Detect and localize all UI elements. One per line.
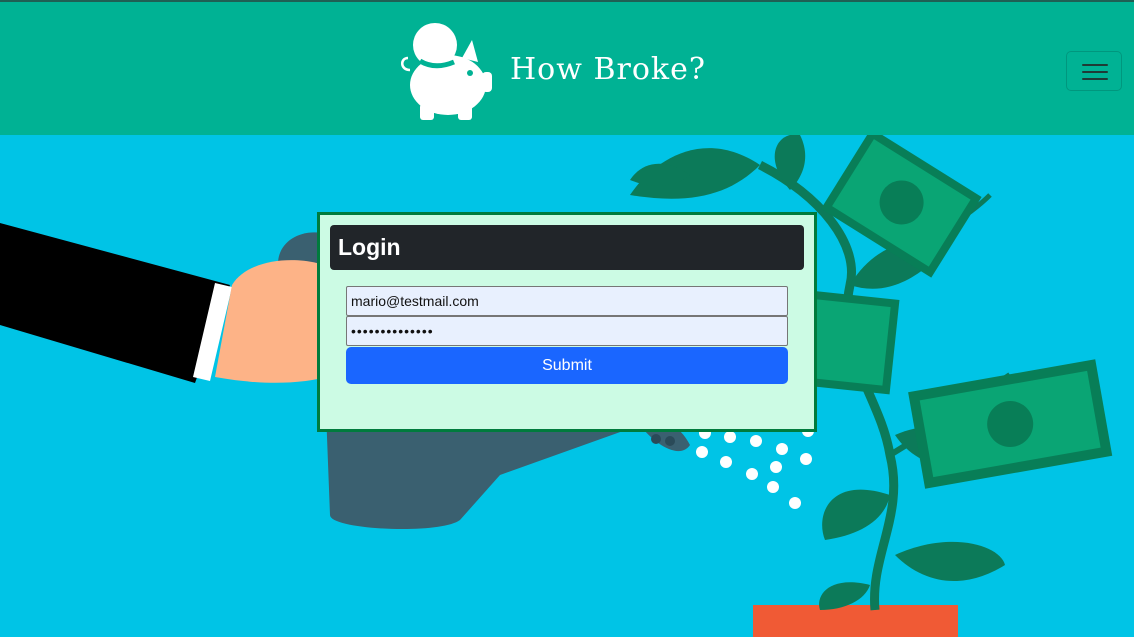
login-title: Login (338, 234, 401, 260)
submit-button[interactable]: Submit (346, 347, 788, 384)
piggy-bank-icon (401, 23, 492, 120)
brand-link[interactable]: How Broke? (398, 18, 718, 122)
login-card: Login Submit (317, 212, 817, 432)
hamburger-menu-icon (1082, 64, 1108, 66)
email-field[interactable] (346, 286, 788, 316)
password-field[interactable] (346, 316, 788, 346)
navbar: How Broke? (0, 0, 1134, 135)
navbar-toggler-button[interactable] (1066, 51, 1122, 91)
login-header: Login (330, 225, 804, 270)
brand-name: How Broke? (510, 52, 706, 87)
